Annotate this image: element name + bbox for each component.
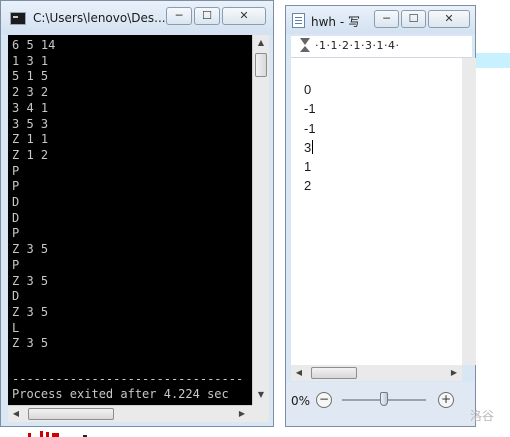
console-app-icon xyxy=(10,12,26,25)
console-output-line: P xyxy=(12,257,20,272)
document-line-text: 1 xyxy=(304,159,312,175)
document-line[interactable]: -1 xyxy=(304,99,316,118)
document-line[interactable]: 3 xyxy=(304,138,316,157)
console-output-line: Z 3 5 xyxy=(12,273,49,288)
console-output-line: L xyxy=(12,320,20,335)
wordpad-close-button[interactable]: ✕ xyxy=(428,10,470,28)
console-output-area[interactable]: 6 5 14 1 3 15 1 52 3 23 4 13 5 3Z 1 1Z 1 … xyxy=(8,35,252,405)
process-exit-message: Process exited after 4.224 sec xyxy=(12,387,229,401)
wordpad-minimize-button[interactable]: ─ xyxy=(374,10,399,28)
console-output-line: Z 3 5 xyxy=(12,304,49,319)
console-horizontal-scroll-thumb[interactable] xyxy=(28,408,114,420)
resize-grip[interactable] xyxy=(252,405,269,422)
watermark-text: 洛谷 xyxy=(470,409,495,423)
document-line[interactable]: -1 xyxy=(304,119,316,138)
document-line-text: -1 xyxy=(304,101,316,117)
console-output-line: D xyxy=(12,210,20,225)
ruler-numbers: ·1·1·2·1·3·1·4· xyxy=(315,39,400,52)
text-caret xyxy=(312,139,314,154)
console-separator: -------------------------------- xyxy=(12,372,244,386)
wordpad-vertical-scrollbar[interactable] xyxy=(462,58,476,365)
console-output-line: 2 3 2 xyxy=(12,85,49,100)
wp-scroll-left-arrow-icon[interactable]: ◀ xyxy=(291,365,307,381)
zoom-level: 0% xyxy=(291,394,311,408)
ruler-highlight-strip xyxy=(476,53,510,68)
console-output-line: 6 5 14 xyxy=(12,38,56,52)
zoom-in-button[interactable]: + xyxy=(438,392,454,408)
console-output-line: Z 1 2 xyxy=(12,147,49,162)
wordpad-horizontal-scroll-thumb[interactable] xyxy=(311,367,357,379)
wordpad-horizontal-scrollbar[interactable]: ◀ ▶ xyxy=(291,365,462,381)
console-vertical-scrollbar[interactable]: ▲ ▼ xyxy=(252,35,269,405)
scroll-left-arrow-icon[interactable]: ◀ xyxy=(8,406,24,422)
console-output-line: P xyxy=(12,179,20,194)
wordpad-title-bar[interactable]: hwh - 写... ─ ☐ ✕ xyxy=(286,6,475,34)
console-output-line: Z 1 1 xyxy=(12,132,49,147)
wordpad-maximize-button[interactable]: ☐ xyxy=(401,10,426,28)
console-window-title: C:\Users\lenovo\Des... xyxy=(33,11,165,25)
maximize-button[interactable]: ☐ xyxy=(194,7,220,25)
zoom-slider-thumb[interactable] xyxy=(380,392,388,406)
console-output-line: 1 3 1 xyxy=(12,53,49,68)
document-line-text: 2 xyxy=(304,178,312,194)
document-line-text: 3 xyxy=(304,139,312,155)
wordpad-document-icon xyxy=(292,13,305,28)
first-line-indent-marker[interactable] xyxy=(300,38,310,45)
status-bar: 0% − + xyxy=(286,382,475,426)
zoom-out-button[interactable]: − xyxy=(316,392,332,408)
console-output-line: 3 4 1 xyxy=(12,100,49,115)
document-text[interactable]: 0 -1 -1 3 1 2 xyxy=(304,80,316,196)
document-line[interactable]: 0 xyxy=(304,80,316,99)
document-line[interactable]: 1 xyxy=(304,157,316,176)
document-line-text: -1 xyxy=(304,120,316,136)
console-window: C:\Users\lenovo\Des... ─ ☐ ✕ 6 5 14 1 3 1… xyxy=(0,0,274,427)
console-output-line: D xyxy=(12,289,20,304)
console-vertical-scroll-thumb[interactable] xyxy=(255,53,267,77)
console-title-bar[interactable]: C:\Users\lenovo\Des... ─ ☐ ✕ xyxy=(1,1,273,35)
console-output-line: Z 3 5 xyxy=(12,336,49,351)
console-output-line: Z 3 5 xyxy=(12,242,49,257)
hanging-indent-marker[interactable] xyxy=(300,46,310,52)
ruler[interactable]: ·1·1·2·1·3·1·4· xyxy=(291,36,472,58)
document-line[interactable]: 2 xyxy=(304,176,316,195)
close-button[interactable]: ✕ xyxy=(222,7,266,25)
wordpad-window: hwh - 写... ─ ☐ ✕ ·1·1·2·1·3·1·4· 0 -1 -1 3 1… xyxy=(285,5,476,427)
console-output-line: P xyxy=(12,226,20,241)
scroll-right-arrow-icon[interactable]: ▶ xyxy=(234,406,250,422)
console-output-line: 3 5 3 xyxy=(12,116,49,131)
document-page[interactable]: 0 -1 -1 3 1 2 xyxy=(291,58,462,365)
red-underline-fragment xyxy=(28,431,87,437)
wp-scroll-right-arrow-icon[interactable]: ▶ xyxy=(446,365,462,381)
console-output-line: D xyxy=(12,195,20,210)
wordpad-window-title: hwh - 写... xyxy=(311,15,361,29)
scroll-up-arrow-icon[interactable]: ▲ xyxy=(253,35,269,51)
console-output-text: 6 5 14 1 3 15 1 52 3 23 4 13 5 3Z 1 1Z 1 … xyxy=(8,35,252,352)
document-line-text: 0 xyxy=(304,82,312,97)
scroll-down-arrow-icon[interactable]: ▼ xyxy=(253,387,269,403)
console-output-line: P xyxy=(12,163,20,178)
console-horizontal-scrollbar[interactable]: ◀ ▶ xyxy=(8,405,252,422)
console-output-line: 5 1 5 xyxy=(12,69,49,84)
minimize-button[interactable]: ─ xyxy=(166,7,192,25)
